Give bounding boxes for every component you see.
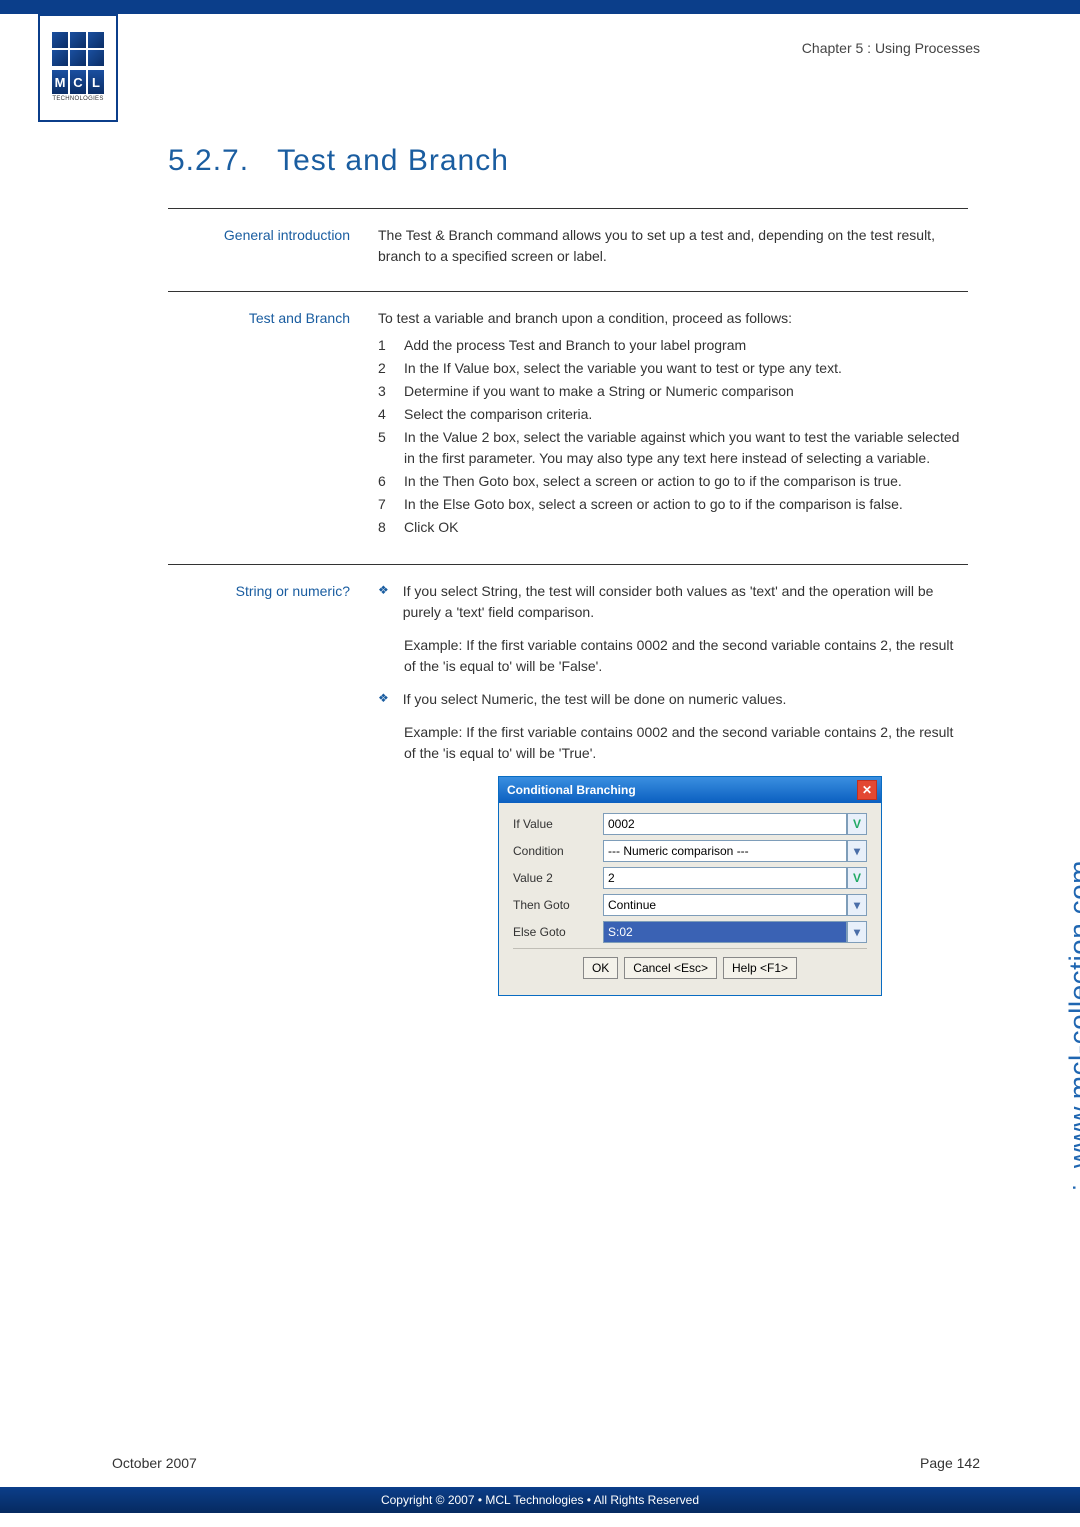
row-value2: Value 2 V [513,867,867,889]
step-item: 8Click OK [378,517,968,538]
dialog-title-text: Conditional Branching [507,781,636,799]
row-then-goto: Then Goto ▾ [513,894,867,916]
logo-tech-label: TECHNOLOGIES [52,96,103,102]
side-url: ⋮www.mcl-collection.com [1064,860,1080,1199]
dots-icon: ⋮ [1069,1176,1080,1199]
bullet2-text: If you select Numeric, the test will be … [403,689,968,710]
bullet1-text: If you select String, the test will cons… [403,581,968,623]
step-item: 1Add the process Test and Branch to your… [378,335,968,356]
text-intro: The Test & Branch command allows you to … [378,225,968,267]
label-value2: Value 2 [513,869,603,887]
step-item: 6In the Then Goto box, select a screen o… [378,471,968,492]
step-item: 4Select the comparison criteria. [378,404,968,425]
label-string-numeric: String or numeric? [168,581,378,996]
label-steps: Test and Branch [168,308,378,540]
dialog-titlebar: Conditional Branching ✕ [499,777,881,803]
block-steps: Test and Branch To test a variable and b… [168,291,968,564]
logo-letters: M C L [52,70,104,94]
step-item: 7In the Else Goto box, select a screen o… [378,494,968,515]
steps-list: 1Add the process Test and Branch to your… [378,335,968,538]
section-title-text: Test and Branch [277,144,509,177]
row-condition: Condition ▾ [513,840,867,862]
row-else-goto: Else Goto ▾ [513,921,867,943]
input-if-value[interactable] [603,813,847,835]
section-number: 5.2.7. [168,144,249,177]
label-then-goto: Then Goto [513,896,603,914]
top-bar [0,0,1080,14]
label-intro: General introduction [168,225,378,267]
help-button[interactable]: Help <F1> [723,957,797,979]
footer-page: Page 142 [920,1455,980,1471]
logo-squares [52,32,104,66]
input-value2[interactable] [603,867,847,889]
select-then-goto[interactable] [603,894,847,916]
section-heading: 5.2.7. Test and Branch [168,144,968,178]
var-picker-icon[interactable]: V [847,867,867,889]
steps-lead: To test a variable and branch upon a con… [378,308,968,329]
footer-date: October 2007 [112,1455,197,1471]
row-if-value: If Value V [513,813,867,835]
copyright-bar: Copyright © 2007 • MCL Technologies • Al… [0,1487,1080,1513]
bullet-icon: ❖ [378,581,389,623]
var-picker-icon[interactable]: V [847,813,867,835]
chevron-down-icon[interactable]: ▾ [847,921,867,943]
select-else-goto[interactable] [603,921,847,943]
step-item: 2In the If Value box, select the variabl… [378,358,968,379]
chevron-down-icon[interactable]: ▾ [847,894,867,916]
label-condition: Condition [513,842,603,860]
cancel-button[interactable]: Cancel <Esc> [624,957,717,979]
close-icon[interactable]: ✕ [857,780,877,800]
step-item: 5In the Value 2 box, select the variable… [378,427,968,469]
chevron-down-icon[interactable]: ▾ [847,840,867,862]
example2: Example: If the first variable contains … [404,722,968,764]
label-if-value: If Value [513,815,603,833]
block-string-numeric: String or numeric? ❖ If you select Strin… [168,564,968,1020]
step-item: 3Determine if you want to make a String … [378,381,968,402]
chapter-header: Chapter 5 : Using Processes [802,40,980,56]
example1: Example: If the first variable contains … [404,635,968,677]
ok-button[interactable]: OK [583,957,618,979]
logo: M C L TECHNOLOGIES [38,14,118,122]
block-intro: General introduction The Test & Branch c… [168,208,968,291]
dialog-conditional-branching: Conditional Branching ✕ If Value V Condi… [498,776,882,996]
select-condition[interactable] [603,840,847,862]
bullet-icon: ❖ [378,689,389,710]
label-else-goto: Else Goto [513,923,603,941]
footer: October 2007 Page 142 [112,1455,980,1471]
